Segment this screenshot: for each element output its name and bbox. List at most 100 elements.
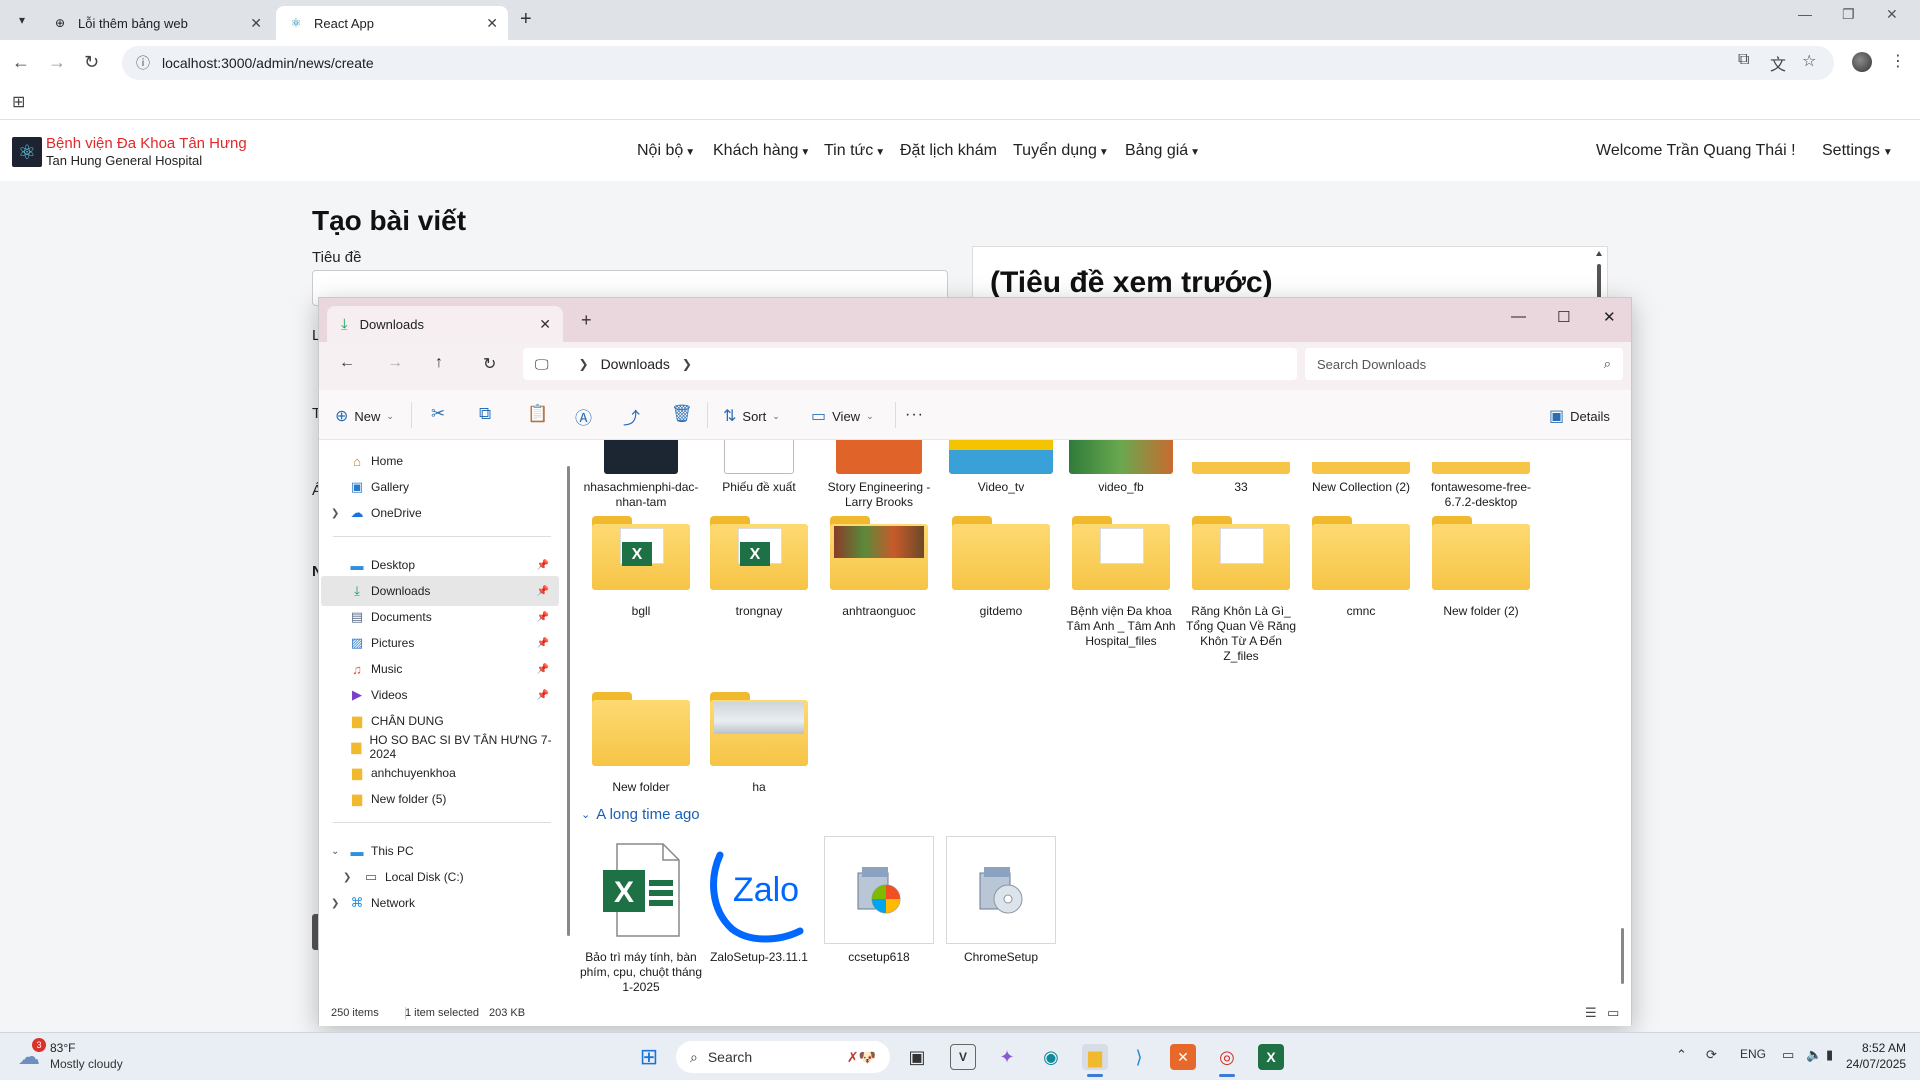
file-item[interactable]: Zalo ZaloSetup-23.11.1 <box>701 836 817 965</box>
paste-icon[interactable]: 📋 <box>527 404 548 424</box>
search-input[interactable]: Search Downloads ⌕ <box>1305 348 1623 380</box>
forward-icon[interactable]: → <box>48 52 66 73</box>
folder-item[interactable]: Bệnh viện Đa khoa Tâm Anh _ Tâm Anh Hosp… <box>1063 516 1179 649</box>
pin-icon[interactable]: 📌 <box>537 560 549 571</box>
more-options-button[interactable]: ··· <box>905 406 924 424</box>
network-icon[interactable]: ▭ <box>1782 1047 1794 1063</box>
maximize-icon[interactable]: ☐ <box>1557 308 1570 326</box>
battery-icon[interactable]: ▮ <box>1826 1047 1833 1063</box>
breadcrumb-downloads[interactable]: Downloads <box>601 356 670 372</box>
folder-item[interactable]: anhtraonguoc <box>821 516 937 619</box>
edge-icon[interactable]: ◉ <box>1038 1044 1064 1070</box>
brand-subtitle[interactable]: Tan Hung General Hospital <box>46 153 202 168</box>
vnc-icon[interactable]: V <box>950 1044 976 1070</box>
back-icon[interactable]: ← <box>339 354 355 372</box>
folder-item[interactable]: gitdemo <box>943 516 1059 619</box>
content-scrollbar[interactable] <box>1621 928 1624 984</box>
nav-menu-tin-tuc[interactable]: Tin tức ▼ <box>824 142 885 160</box>
folder-item[interactable]: fontawesome-free-6.7.2-desktop <box>1423 440 1539 510</box>
weather-desc[interactable]: Mostly cloudy <box>50 1057 123 1071</box>
file-item[interactable]: Story Engineering - Larry Brooks <box>821 440 937 510</box>
browser-tab-1[interactable]: ⊕ Lỗi thêm bảng web ✕ <box>40 6 272 40</box>
minimize-icon[interactable]: — <box>1511 308 1526 325</box>
group-header-long-ago[interactable]: ⌄ A long time ago <box>571 806 700 823</box>
copy-icon[interactable]: ⧉ <box>479 404 491 424</box>
install-app-icon[interactable]: ⧉ <box>1738 51 1749 69</box>
chevron-up-icon[interactable]: ⌃ <box>1676 1047 1687 1063</box>
weather-temp[interactable]: 83°F <box>50 1041 75 1055</box>
task-view-icon[interactable]: ▣ <box>904 1044 930 1070</box>
close-window-icon[interactable]: ✕ <box>1603 308 1616 326</box>
reload-icon[interactable]: ↻ <box>84 52 99 73</box>
new-button[interactable]: ⊕ New ⌄ <box>335 406 394 426</box>
pin-icon[interactable]: 📌 <box>537 638 549 649</box>
cut-icon[interactable]: ✂ <box>431 404 445 424</box>
windows-start-icon[interactable]: ⊞ <box>636 1044 662 1070</box>
file-item[interactable]: video_fb <box>1063 440 1179 495</box>
settings-menu[interactable]: Settings ▼ <box>1822 142 1893 160</box>
site-info-icon[interactable]: ⓘ <box>136 53 150 73</box>
profile-avatar[interactable] <box>1852 52 1872 72</box>
sort-button[interactable]: ⇅ Sort ⌄ <box>723 406 780 426</box>
preview-scrollbar[interactable] <box>1594 250 1604 300</box>
folder-item[interactable]: ha <box>701 692 817 795</box>
pin-icon[interactable]: 📌 <box>537 612 549 623</box>
delete-icon[interactable]: 🗑 <box>671 404 693 424</box>
translate-icon[interactable]: 文 <box>1770 51 1786 75</box>
refresh-icon[interactable]: ↻ <box>483 354 496 374</box>
address-bar[interactable]: ⓘ localhost:3000/admin/news/create <box>122 46 1834 80</box>
xampp-icon[interactable]: ✕ <box>1170 1044 1196 1070</box>
chevron-right-icon[interactable]: ❯ <box>331 898 339 909</box>
pin-icon[interactable]: 📌 <box>537 664 549 675</box>
browser-menu-icon[interactable]: ⋮ <box>1890 51 1906 71</box>
details-view-icon[interactable]: ☰ <box>1585 1005 1597 1021</box>
pin-icon[interactable]: 📌 <box>537 690 549 701</box>
file-item[interactable]: Phiếu đề xuất <box>701 440 817 495</box>
nav-menu-bang-gia[interactable]: Bảng giá ▼ <box>1125 142 1200 160</box>
chevron-right-icon[interactable]: ❯ <box>331 508 339 519</box>
nav-menu-noi-bo[interactable]: Nội bộ ▼ <box>637 142 695 160</box>
folder-item[interactable]: New Collection (2) <box>1303 440 1419 495</box>
file-item[interactable]: X Bảo trì máy tính, bàn phím, cpu, chuột… <box>577 836 705 995</box>
chevron-right-icon[interactable]: ❯ <box>343 872 351 883</box>
chevron-down-icon[interactable]: ⌄ <box>331 846 339 857</box>
breadcrumb[interactable]: 🖵 ❯ Downloads ❯ <box>523 348 1297 380</box>
tiles-view-icon[interactable]: ▭ <box>1607 1005 1619 1021</box>
taskbar-search[interactable]: ⌕ Search ✗🐶 <box>676 1041 890 1073</box>
close-tab-icon[interactable]: ✕ <box>539 316 551 333</box>
pin-icon[interactable]: 📌 <box>537 586 549 597</box>
vscode-icon[interactable]: ⟩ <box>1126 1044 1152 1070</box>
nav-menu-khach-hang[interactable]: Khách hàng ▼ <box>713 142 810 160</box>
rename-icon[interactable]: Ⓐ <box>575 404 592 429</box>
speaker-icon[interactable]: 🔈 <box>1806 1047 1822 1063</box>
file-item[interactable]: Video_tv <box>943 440 1059 495</box>
back-icon[interactable]: ← <box>12 52 30 73</box>
close-tab-icon[interactable]: ✕ <box>486 15 498 32</box>
up-icon[interactable]: ↑ <box>435 354 443 372</box>
sidebar-scrollbar[interactable] <box>567 466 570 936</box>
chrome-icon[interactable]: ◎ <box>1214 1044 1240 1070</box>
details-button[interactable]: ▣ Details <box>1549 406 1610 426</box>
folder-item[interactable]: New folder (2) <box>1423 516 1539 619</box>
sync-icon[interactable]: ⟳ <box>1706 1047 1717 1063</box>
sidebar-item-network[interactable]: ❯ ⌘ Network <box>321 888 559 918</box>
share-icon[interactable]: ⤴ <box>623 404 640 429</box>
brand-name[interactable]: Bệnh viện Đa Khoa Tân Hưng <box>46 135 247 152</box>
folder-item[interactable]: X bgll <box>583 516 699 619</box>
minimize-icon[interactable]: — <box>1798 6 1812 22</box>
file-item[interactable]: ccsetup618 <box>821 836 937 965</box>
new-tab-button[interactable]: + <box>520 8 532 31</box>
folder-item[interactable]: X trongnay <box>701 516 817 619</box>
folder-item[interactable]: 33 <box>1183 440 1299 495</box>
folder-item[interactable]: New folder <box>583 692 699 795</box>
copilot-icon[interactable]: ✦ <box>994 1044 1020 1070</box>
chevron-right-icon[interactable]: ❯ <box>682 357 692 371</box>
language-indicator[interactable]: ENG <box>1740 1047 1766 1061</box>
file-item[interactable]: nhasachmienphi-dac-nhan-tam <box>583 440 699 510</box>
excel-icon[interactable]: X <box>1258 1044 1284 1070</box>
file-explorer-icon[interactable]: ▆ <box>1082 1044 1108 1070</box>
sidebar-item-new-folder-5[interactable]: ▆ New folder (5) <box>321 784 559 814</box>
restore-icon[interactable]: ❐ <box>1842 6 1855 23</box>
bookmark-star-icon[interactable]: ☆ <box>1802 51 1816 71</box>
folder-item[interactable]: Răng Khôn Là Gì_ Tổng Quan Về Răng Khôn … <box>1183 516 1299 664</box>
